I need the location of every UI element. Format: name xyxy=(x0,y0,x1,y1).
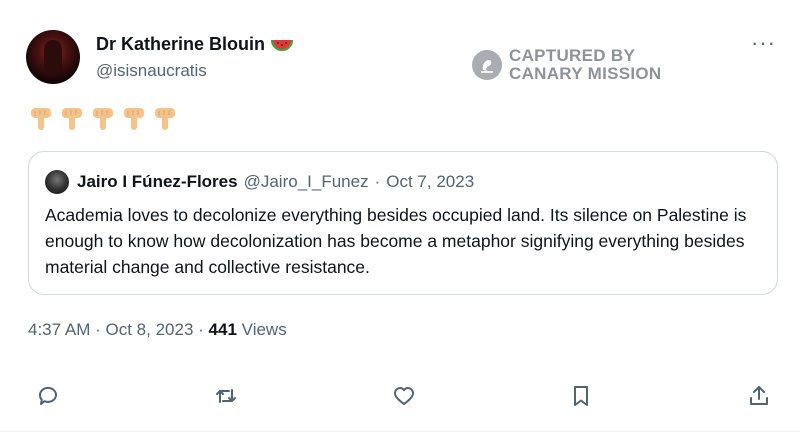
meta-separator: · xyxy=(95,320,101,339)
quoted-author-name[interactable]: Jairo I Fúnez-Flores xyxy=(77,172,238,192)
quoted-tweet[interactable]: Jairo I Fúnez-Flores @Jairo_I_Funez · Oc… xyxy=(28,151,778,295)
tweet-emoji-row xyxy=(30,107,176,131)
views-count: 441 xyxy=(208,320,237,339)
author-display-name[interactable]: Dr Katherine Blouin xyxy=(96,34,265,55)
like-icon[interactable] xyxy=(389,381,419,411)
watermark-line-2: CANARY MISSION xyxy=(509,64,662,83)
author-avatar[interactable] xyxy=(26,30,80,84)
watermark-line-1: CAPTURED BY xyxy=(509,46,636,65)
tweet-date[interactable]: Oct 8, 2023 xyxy=(106,320,194,339)
pointing-down-icon xyxy=(124,108,144,130)
pointing-down-icon xyxy=(93,108,113,130)
author-handle[interactable]: @isisnaucratis xyxy=(96,61,207,81)
more-options-icon[interactable]: ··· xyxy=(751,32,776,54)
pointing-down-icon xyxy=(155,108,175,130)
watermelon-icon xyxy=(271,39,294,51)
action-bar xyxy=(0,381,800,415)
retweet-icon[interactable] xyxy=(211,381,241,411)
reply-icon[interactable] xyxy=(33,381,63,411)
quoted-date[interactable]: Oct 7, 2023 xyxy=(386,172,474,192)
tweet-time[interactable]: 4:37 AM xyxy=(28,320,90,339)
pointing-down-icon xyxy=(62,108,82,130)
quoted-tweet-header: Jairo I Fúnez-Flores @Jairo_I_Funez · Oc… xyxy=(45,170,474,194)
pointing-down-icon xyxy=(31,108,51,130)
bookmark-icon[interactable] xyxy=(566,381,596,411)
tweet-meta: 4:37 AM · Oct 8, 2023 · 441 Views xyxy=(28,320,287,340)
watermark: CAPTURED BY CANARY MISSION xyxy=(472,47,662,83)
meta-separator: · xyxy=(198,320,204,339)
quoted-tweet-text: Academia loves to decolonize everything … xyxy=(45,205,747,277)
author-name-row: Dr Katherine Blouin xyxy=(96,34,294,55)
share-icon[interactable] xyxy=(744,381,774,411)
quoted-separator: · xyxy=(374,172,381,191)
quoted-author-avatar[interactable] xyxy=(45,170,69,194)
views-label: Views xyxy=(241,320,287,339)
quoted-author-handle[interactable]: @Jairo_I_Funez xyxy=(244,172,369,192)
canary-logo-icon xyxy=(472,50,502,80)
